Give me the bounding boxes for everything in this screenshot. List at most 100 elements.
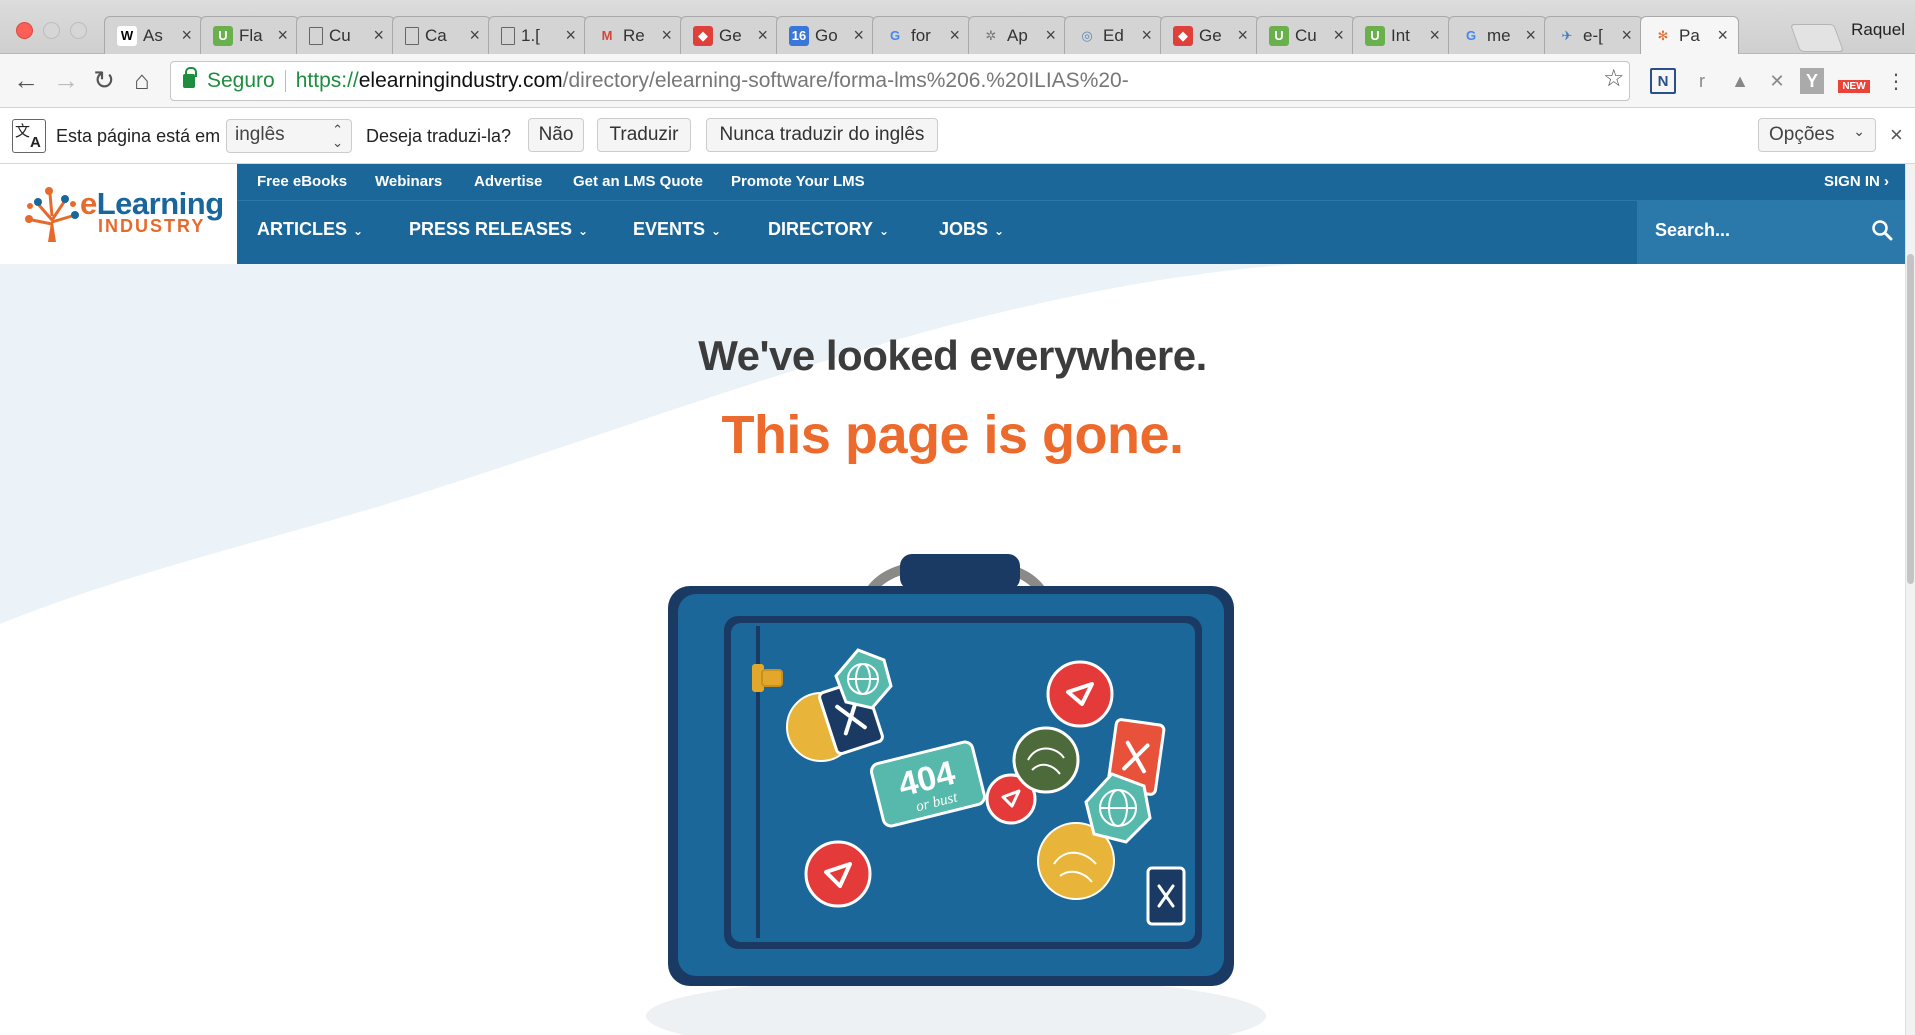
- n-extension-icon[interactable]: N: [1650, 68, 1676, 94]
- home-icon[interactable]: ⌂: [126, 64, 158, 96]
- speech-bubble-icon: ◆: [1173, 25, 1193, 46]
- elearning-icon: ✻: [1657, 27, 1669, 43]
- close-tab-icon[interactable]: ×: [1717, 25, 1728, 46]
- no-button[interactable]: Não: [528, 118, 584, 152]
- address-bar[interactable]: Seguro https://elearningindustry.com/dir…: [170, 61, 1630, 101]
- browser-tab[interactable]: ◆ Ge ×: [1160, 16, 1259, 54]
- tab-title: Fla: [239, 25, 263, 45]
- search-icon[interactable]: [1871, 219, 1893, 241]
- close-tab-icon[interactable]: ×: [1141, 25, 1152, 46]
- browser-tab[interactable]: ✈ e-[×: [1544, 16, 1643, 54]
- browser-tab[interactable]: M Re ×: [584, 16, 683, 54]
- reload-icon[interactable]: ↻: [88, 64, 120, 96]
- link-webinars[interactable]: Webinars: [375, 173, 442, 190]
- options-select[interactable]: Opções ⌄: [1758, 118, 1876, 152]
- menu-dots-icon[interactable]: ⋮: [1886, 68, 1906, 94]
- new-tab-button[interactable]: [1789, 24, 1845, 52]
- u-green-icon: U: [213, 25, 233, 46]
- new-extension-icon[interactable]: NEW: [1838, 80, 1870, 93]
- nav-events[interactable]: EVENTS ⌄: [633, 219, 721, 240]
- browser-tab[interactable]: Cu ×: [296, 16, 395, 54]
- close-tab-icon[interactable]: ×: [1237, 25, 1248, 46]
- bird-icon: ✈: [1561, 27, 1573, 43]
- sign-in-link[interactable]: SIGN IN ›: [1824, 173, 1889, 190]
- close-window-button[interactable]: [16, 22, 33, 39]
- close-tab-icon[interactable]: ×: [1429, 25, 1440, 46]
- nav-articles[interactable]: ARTICLES ⌄: [257, 219, 363, 240]
- close-tab-icon[interactable]: ×: [853, 25, 864, 46]
- browser-tab[interactable]: U Int ×: [1352, 16, 1451, 54]
- link-get-lms-quote[interactable]: Get an LMS Quote: [573, 173, 703, 190]
- r-extension-icon[interactable]: r: [1692, 68, 1712, 94]
- tab-list: W As × U Fla × Cu × Ca × 1.[× M Re × ◆ Ge × 16 Go × Gfor × ✲ Ap…: [104, 16, 1739, 54]
- browser-tab[interactable]: Gme ×: [1448, 16, 1547, 54]
- tab-title: Ge: [1199, 25, 1222, 45]
- tab-title: Ap: [1007, 25, 1028, 45]
- tree-logo-icon: [25, 187, 79, 242]
- url-path: /directory/elearning-software/forma-lms%…: [562, 69, 1129, 92]
- page-scrollbar[interactable]: [1905, 164, 1915, 1035]
- link-free-ebooks[interactable]: Free eBooks: [257, 173, 347, 190]
- tab-title: Re: [623, 25, 645, 45]
- close-tab-icon[interactable]: ×: [1525, 25, 1536, 46]
- browser-tab[interactable]: ◆ Ge ×: [680, 16, 779, 54]
- translate-bar: 文 A Esta página está em inglês ⌃ ⌄ Deseja…: [0, 108, 1915, 164]
- close-tab-icon[interactable]: ×: [277, 25, 288, 46]
- close-tab-icon[interactable]: ×: [373, 25, 384, 46]
- browser-tab[interactable]: 1.[×: [488, 16, 587, 54]
- close-translate-bar-icon[interactable]: ×: [1890, 122, 1903, 148]
- x-extension-icon[interactable]: ✕: [1766, 68, 1788, 94]
- browser-tab[interactable]: Gfor ×: [872, 16, 971, 54]
- forward-arrow-icon[interactable]: →: [50, 64, 82, 96]
- suitcase-handle: [900, 554, 1020, 590]
- close-tab-icon[interactable]: ×: [469, 25, 480, 46]
- tab-title: Cu: [329, 25, 351, 45]
- minimize-window-button[interactable]: [43, 22, 60, 39]
- browser-tab[interactable]: Ca ×: [392, 16, 491, 54]
- drive-extension-icon[interactable]: ▲: [1728, 68, 1752, 94]
- maximize-window-button[interactable]: [70, 22, 87, 39]
- search-input[interactable]: Search...: [1655, 220, 1730, 241]
- bookmark-star-icon[interactable]: ☆: [1603, 64, 1625, 93]
- browser-tab[interactable]: W As ×: [104, 16, 203, 54]
- close-tab-icon[interactable]: ×: [661, 25, 672, 46]
- browser-tab[interactable]: U Fla ×: [200, 16, 299, 54]
- browser-tab[interactable]: 16 Go ×: [776, 16, 875, 54]
- u-green-icon: U: [1269, 25, 1289, 46]
- back-arrow-icon[interactable]: ←: [10, 64, 42, 96]
- chevron-down-icon: ⌄: [994, 224, 1005, 238]
- calendar-icon: 16: [789, 25, 809, 46]
- close-tab-icon[interactable]: ×: [1045, 25, 1056, 46]
- nav-directory[interactable]: DIRECTORY ⌄: [768, 219, 889, 240]
- close-tab-icon[interactable]: ×: [1333, 25, 1344, 46]
- suitcase-illustration: 404 or bust: [646, 554, 1266, 1035]
- site-logo[interactable]: eLearning INDUSTRY: [0, 164, 237, 264]
- browser-tab[interactable]: ✲ Ap ×: [968, 16, 1067, 54]
- nav-jobs[interactable]: JOBS ⌄: [939, 219, 1004, 240]
- close-tab-icon[interactable]: ×: [181, 25, 192, 46]
- close-tab-icon[interactable]: ×: [757, 25, 768, 46]
- profile-name[interactable]: Raquel: [1851, 20, 1905, 40]
- security-label: Seguro: [207, 69, 275, 92]
- browser-tab[interactable]: ◎ Ed ×: [1064, 16, 1163, 54]
- lock-icon: [183, 67, 197, 88]
- browser-tab[interactable]: U Cu ×: [1256, 16, 1355, 54]
- chevron-down-icon: ⌄: [1853, 123, 1865, 139]
- y-extension-icon[interactable]: Y: [1800, 68, 1824, 94]
- select-arrows-icon: ⌃ ⌄: [332, 122, 343, 150]
- translate-button[interactable]: Traduzir: [597, 118, 691, 152]
- close-tab-icon[interactable]: ×: [565, 25, 576, 46]
- language-select[interactable]: inglês ⌃ ⌄: [226, 119, 352, 153]
- close-tab-icon[interactable]: ×: [949, 25, 960, 46]
- close-tab-icon[interactable]: ×: [1621, 25, 1632, 46]
- site-header: eLearning INDUSTRY Free eBooks Webinars …: [0, 164, 1905, 264]
- nav-press-releases[interactable]: PRESS RELEASES ⌄: [409, 219, 588, 240]
- never-translate-button[interactable]: Nunca traduzir do inglês: [706, 118, 938, 152]
- scrollbar-thumb[interactable]: [1907, 254, 1914, 584]
- link-advertise[interactable]: Advertise: [474, 173, 542, 190]
- document-icon: [309, 26, 323, 45]
- link-promote-lms[interactable]: Promote Your LMS: [731, 173, 865, 190]
- site-search[interactable]: Search...: [1637, 201, 1905, 264]
- chevron-down-icon: ⌄: [353, 224, 364, 238]
- browser-tab[interactable]: ✻ Pa ×: [1640, 16, 1739, 54]
